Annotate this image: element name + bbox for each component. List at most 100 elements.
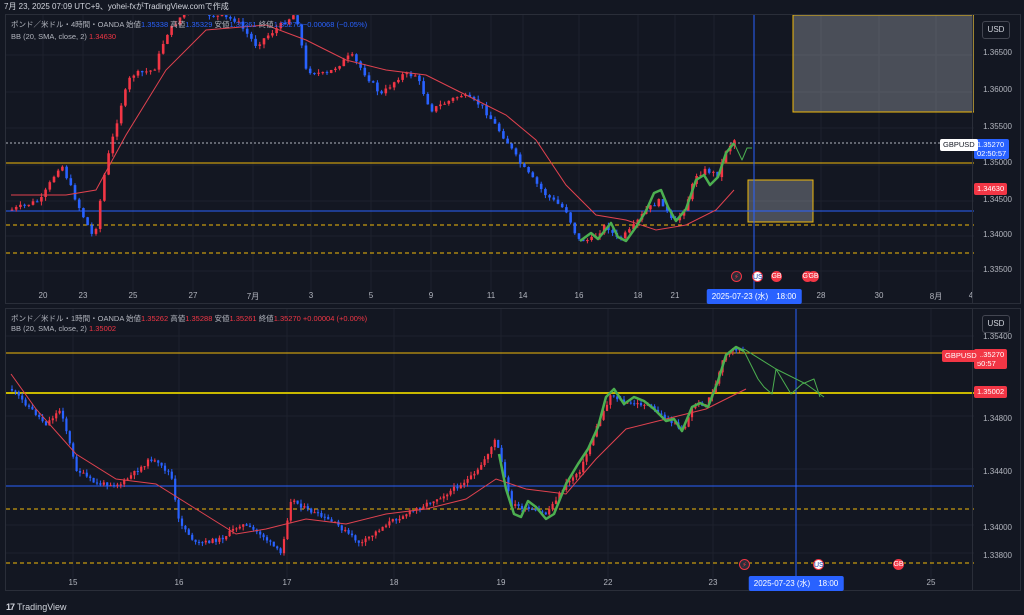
candle-body xyxy=(82,208,85,218)
chart-pane-4h[interactable]: ポンド／米ドル・4時間・OANDA 始値1.35338 高値1.35329 安値… xyxy=(5,14,1021,304)
candle-body xyxy=(405,73,409,75)
candle-body xyxy=(216,15,220,17)
chart-pane-1h[interactable]: ポンド／米ドル・1時間・OANDA 始値1.35262 高値1.35288 安値… xyxy=(5,308,1021,591)
candle-body xyxy=(245,524,248,526)
candle-body xyxy=(476,469,479,474)
time-axis-4h[interactable]: 202325277月35911141618212328308月4 2025-07… xyxy=(6,289,974,304)
gb-flag-icon[interactable]: GB xyxy=(808,271,819,282)
candle-body xyxy=(354,535,357,541)
candle-body xyxy=(571,477,575,481)
candle-body xyxy=(85,472,88,477)
candle-body xyxy=(342,59,346,67)
candle-body xyxy=(398,518,401,521)
us-flag-icon[interactable]: US xyxy=(813,559,824,570)
price-label: 1.36500 xyxy=(983,48,1012,57)
chart-caption: 7月 23, 2025 07:09 UTC+9、yohei-fxがTrading… xyxy=(4,2,229,11)
bar-countdown: 02:50:57 xyxy=(977,149,1007,158)
symbol-title[interactable]: ポンド／米ドル・1時間・OANDA xyxy=(11,314,124,323)
candle-body xyxy=(48,182,52,190)
candle-body xyxy=(133,471,136,476)
candle-body xyxy=(551,503,554,510)
us-flag-icon[interactable]: US xyxy=(752,271,763,282)
candle-body xyxy=(575,473,578,478)
candle-body xyxy=(367,75,371,82)
time-label: 5 xyxy=(368,291,374,300)
currency-button[interactable]: USD xyxy=(982,315,1010,333)
candle-body xyxy=(303,506,306,508)
candle-body xyxy=(425,502,428,507)
candle-body xyxy=(371,81,375,83)
candle-body xyxy=(643,404,646,406)
close-value: 1.35270 xyxy=(273,314,301,323)
candle-body xyxy=(197,541,201,543)
candle-body xyxy=(157,460,160,463)
gb-flag-icon[interactable]: GB xyxy=(771,271,782,282)
candle-body xyxy=(218,537,221,542)
candle-body xyxy=(446,494,449,497)
bb-indicator-legend-1h[interactable]: BB (20, SMA, close, 2) 1.35002 xyxy=(11,324,116,333)
close-value: 1.35270 xyxy=(273,20,301,29)
price-label: 1.34500 xyxy=(983,195,1012,204)
candle-body xyxy=(153,69,157,71)
candle-body xyxy=(347,529,350,534)
plot-area-4h[interactable]: ポンド／米ドル・4時間・OANDA 始値1.35338 高値1.35329 安値… xyxy=(6,15,974,304)
candle-body xyxy=(211,538,214,544)
candle-body xyxy=(527,506,530,510)
candle-body xyxy=(628,229,631,233)
tradingview-brand[interactable]: 17 TradingView xyxy=(6,602,67,612)
candle-body xyxy=(539,183,543,190)
symbol-title[interactable]: ポンド／米ドル・4時間・OANDA xyxy=(11,20,124,29)
candle-body xyxy=(466,479,469,483)
candle-body xyxy=(14,206,18,210)
candle-body xyxy=(380,91,383,94)
candle-body xyxy=(346,55,350,60)
time-axis-1h[interactable]: 15 16 17 18 19 22 23 25 2025-07-23 (水) 18:00 xyxy=(6,576,974,591)
candle-body xyxy=(430,104,434,112)
candle-body xyxy=(317,72,320,74)
plot-area-1h[interactable]: ポンド／米ドル・1時間・OANDA 始値1.35262 高値1.35288 安値… xyxy=(6,309,974,591)
candle-body xyxy=(310,508,313,513)
candle-body xyxy=(418,508,422,510)
price-chart-4h[interactable] xyxy=(6,15,974,291)
candle-body xyxy=(544,189,547,196)
price-chart-1h[interactable] xyxy=(6,309,974,578)
candle-body xyxy=(86,217,89,226)
candle-body xyxy=(391,519,394,522)
price-axis-4h[interactable]: USD 1.36500 1.36000 1.35500 1.35000 1.34… xyxy=(972,15,1020,303)
bolt-icon[interactable]: ⚡ xyxy=(739,559,750,570)
candle-body xyxy=(623,232,627,239)
candle-body xyxy=(90,225,94,234)
candle-body xyxy=(325,72,329,74)
candle-body xyxy=(554,500,558,504)
candle-body xyxy=(534,509,537,511)
candle-body xyxy=(262,534,265,538)
candle-body xyxy=(146,459,150,467)
candle-body xyxy=(489,115,493,120)
candle-body xyxy=(565,207,568,213)
candle-body xyxy=(306,506,309,509)
candle-body xyxy=(191,534,194,540)
candle-body xyxy=(355,54,358,62)
candle-body xyxy=(136,71,140,76)
bb-indicator-legend-4h[interactable]: BB (20, SMA, close, 2) 1.34630 xyxy=(11,32,116,41)
candle-body xyxy=(17,391,20,396)
price-zone xyxy=(792,15,974,113)
candle-body xyxy=(535,177,539,184)
bolt-icon[interactable]: ⚡ xyxy=(731,271,742,282)
candle-body xyxy=(271,33,274,36)
gb-flag-icon[interactable]: GB xyxy=(893,559,904,570)
candle-body xyxy=(422,506,425,509)
low-value: 1.35261 xyxy=(229,314,257,323)
candle-body xyxy=(94,228,98,234)
candle-body xyxy=(413,75,417,77)
candle-body xyxy=(98,200,102,229)
high-value: 1.35288 xyxy=(185,314,213,323)
candle-body xyxy=(552,197,556,200)
candle-body xyxy=(109,485,112,487)
currency-button[interactable]: USD xyxy=(982,21,1010,39)
time-label: 20 xyxy=(38,291,48,300)
candle-body xyxy=(586,239,589,242)
candle-body xyxy=(149,70,152,72)
candle-body xyxy=(657,199,661,207)
candle-body xyxy=(119,105,123,124)
